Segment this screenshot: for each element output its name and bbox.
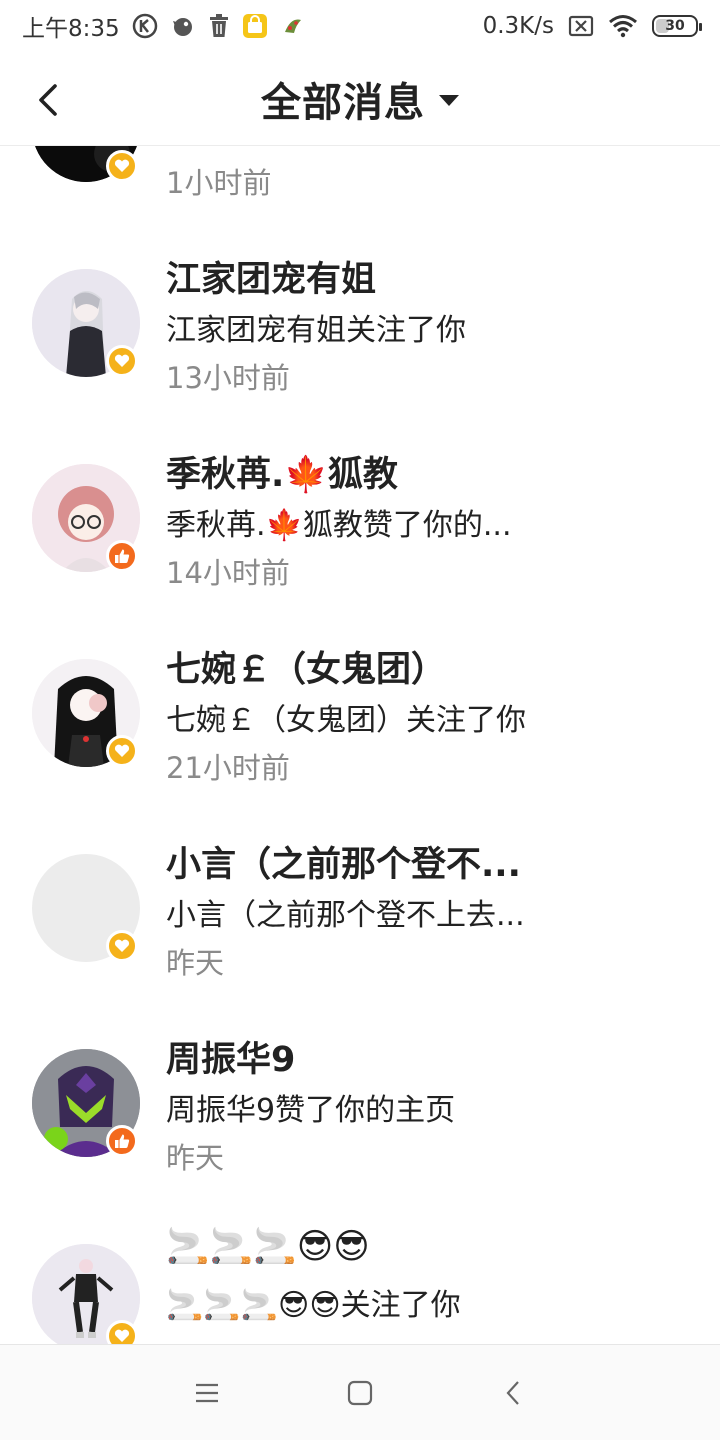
message-time: 14小时前 (166, 556, 290, 590)
message-item[interactable]: 周振华9 周振华9赞了你的主页 昨天 (0, 1005, 720, 1200)
shopping-bag-icon (242, 13, 268, 39)
message-item[interactable]: 小言（之前那个登不... 小言（之前那个登不上去... 昨天 (0, 810, 720, 1005)
message-item[interactable]: 江家团宠有姐 江家团宠有姐关注了你 13小时前 (0, 225, 720, 420)
like-badge (106, 1125, 138, 1157)
chevron-left-icon (506, 1380, 520, 1405)
heart-icon (114, 939, 130, 952)
status-bar-left: 上午8:35 (22, 9, 306, 43)
heart-icon (114, 159, 130, 172)
message-item[interactable]: 1小时前 (0, 146, 720, 225)
system-nav-bar (0, 1344, 720, 1440)
clock: 上午8:35 (22, 16, 120, 42)
sender-name: 🚬🚬🚬😎😎 (166, 1227, 370, 1267)
k-app-icon (132, 13, 158, 39)
app-header: 全部消息 (0, 52, 720, 146)
message-text: 小言（之前那个登不上去... (166, 898, 525, 933)
home-square-icon (347, 1380, 373, 1405)
follow-badge (106, 735, 138, 767)
follow-badge (106, 345, 138, 377)
follow-badge (106, 930, 138, 962)
menu-button[interactable] (177, 1363, 237, 1423)
wifi-icon (608, 14, 638, 38)
message-time: 21小时前 (166, 751, 290, 785)
bird-app-icon (170, 13, 196, 39)
sender-name: 周振华9 (166, 1040, 296, 1080)
like-badge (106, 540, 138, 572)
back-button[interactable] (30, 80, 66, 120)
caret-down-icon (439, 95, 459, 106)
trash-icon (208, 14, 230, 38)
message-item[interactable]: 季秋苒.🍁狐教 季秋苒.🍁狐教赞了你的... 14小时前 (0, 420, 720, 615)
message-time: 昨天 (166, 946, 225, 980)
heart-icon (114, 354, 130, 367)
battery-fill (656, 19, 669, 33)
follow-badge (106, 150, 138, 182)
chevron-left-icon (39, 84, 57, 116)
message-list[interactable]: 1小时前 江家团宠有姐 江家团宠有姐关注了你 13小时前 季秋苒.🍁狐教 季秋苒… (0, 146, 720, 1344)
message-text: 周振华9赞了你的主页 (166, 1093, 456, 1128)
nav-back-button[interactable] (483, 1363, 543, 1423)
home-button[interactable] (330, 1363, 390, 1423)
message-text: 七婉￡（女鬼团）关注了你 (166, 703, 526, 738)
sim-card-off-icon (568, 15, 594, 37)
status-bar: 上午8:35 0.3K/s 30 (0, 0, 720, 52)
sender-name: 江家团宠有姐 (166, 260, 377, 300)
follow-badge (106, 1320, 138, 1344)
message-text: 江家团宠有姐关注了你 (166, 313, 466, 348)
message-item[interactable]: 🚬🚬🚬😎😎 🚬🚬🚬😎😎关注了你 (0, 1200, 720, 1344)
sender-name: 季秋苒.🍁狐教 (166, 455, 398, 495)
sender-name: 七婉￡（女鬼团） (166, 650, 447, 690)
message-filter-dropdown[interactable]: 全部消息 (261, 70, 459, 128)
network-speed: 0.3K/s (482, 13, 554, 39)
battery-indicator: 30 (652, 15, 702, 37)
message-time: 13小时前 (166, 361, 290, 395)
message-text: 🚬🚬🚬😎😎关注了你 (166, 1288, 461, 1323)
message-text: 季秋苒.🍁狐教赞了你的... (166, 508, 512, 543)
cat-app-icon (280, 13, 306, 39)
message-time: 昨天 (166, 1141, 225, 1175)
sender-name: 小言（之前那个登不... (166, 845, 521, 885)
message-time: 1小时前 (166, 166, 272, 200)
message-item[interactable]: 七婉￡（女鬼团） 七婉￡（女鬼团）关注了你 21小时前 (0, 615, 720, 810)
thumbs-up-icon (115, 1134, 130, 1148)
menu-icon (195, 1383, 218, 1402)
status-bar-right: 0.3K/s 30 (482, 13, 702, 39)
heart-icon (114, 1329, 130, 1342)
thumbs-up-icon (115, 549, 130, 563)
page-title: 全部消息 (261, 79, 425, 126)
heart-icon (114, 744, 130, 757)
